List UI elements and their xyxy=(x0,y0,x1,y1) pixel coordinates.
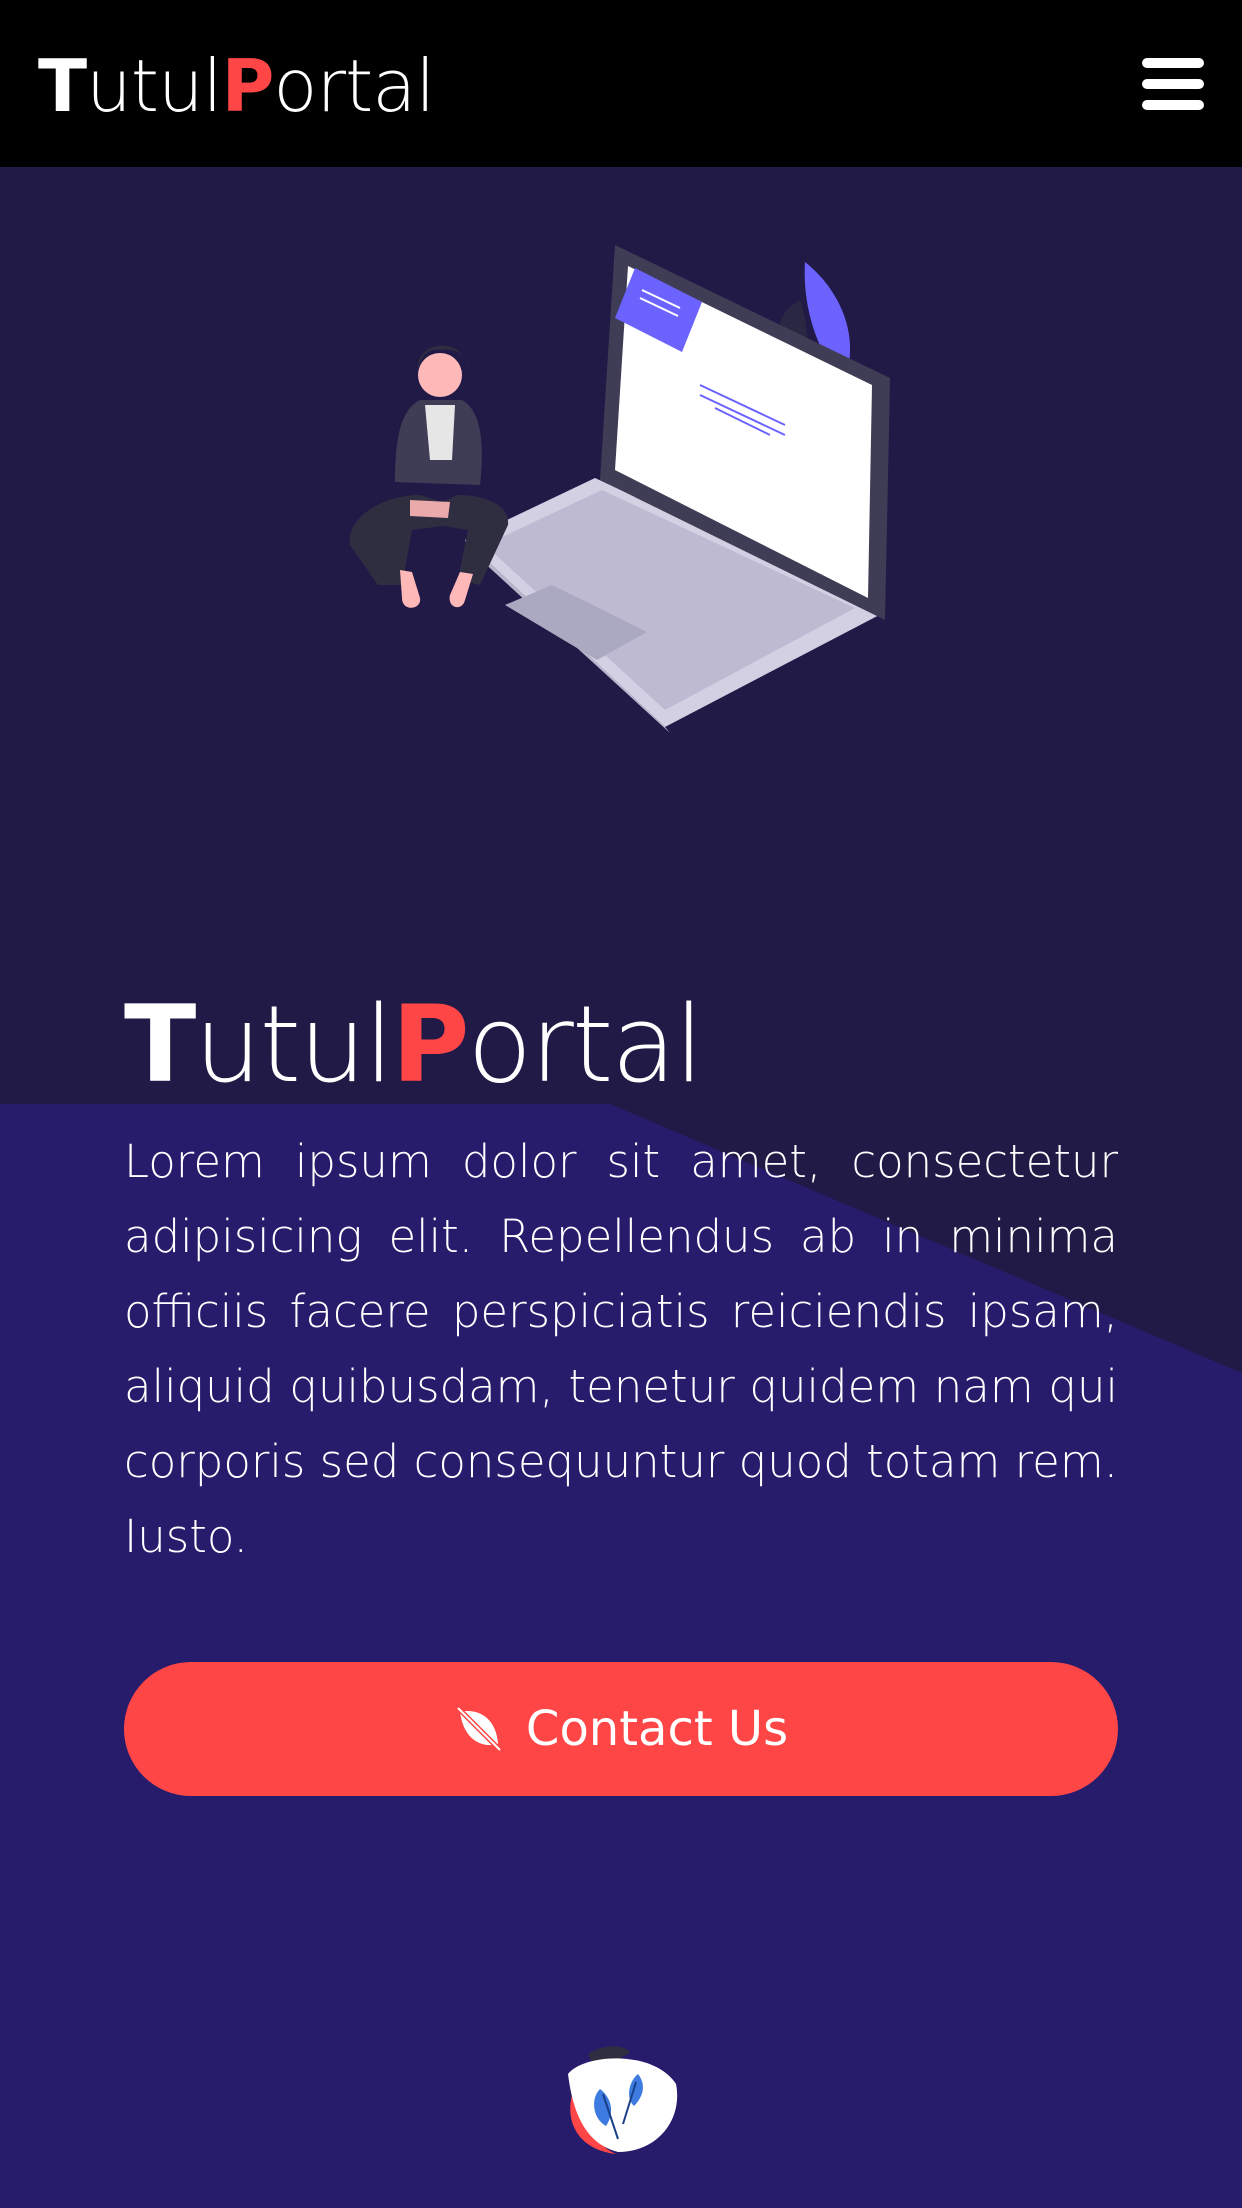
hero-title-t: T xyxy=(124,983,196,1106)
leaf-slash-icon xyxy=(456,1706,502,1752)
contact-us-label: Contact Us xyxy=(525,1701,789,1757)
hero-title-utul: utul xyxy=(194,983,393,1106)
menu-bar xyxy=(1142,58,1204,68)
hero-title: TutulPortal xyxy=(124,980,704,1110)
brand-logo[interactable]: TutulPortal xyxy=(38,38,435,134)
menu-bar xyxy=(1142,100,1204,110)
contact-us-button[interactable]: Contact Us xyxy=(124,1662,1118,1796)
brand-letter-p: P xyxy=(221,44,275,128)
hero-description: Lorem ipsum dolor sit amet, consectetur … xyxy=(124,1135,1118,1563)
woman-sitting-on-laptop-illustration xyxy=(349,245,890,733)
hero-title-ortal: ortal xyxy=(467,983,703,1106)
circular-feather-logo[interactable] xyxy=(558,2044,684,2156)
hero-title-p: P xyxy=(391,983,470,1106)
navbar: TutulPortal xyxy=(0,0,1242,167)
brand-letter-t: T xyxy=(38,44,87,128)
brand-utul: utul xyxy=(86,44,222,128)
brand-ortal: ortal xyxy=(273,44,435,128)
hamburger-menu-icon[interactable] xyxy=(1142,58,1204,110)
menu-bar xyxy=(1142,79,1204,89)
